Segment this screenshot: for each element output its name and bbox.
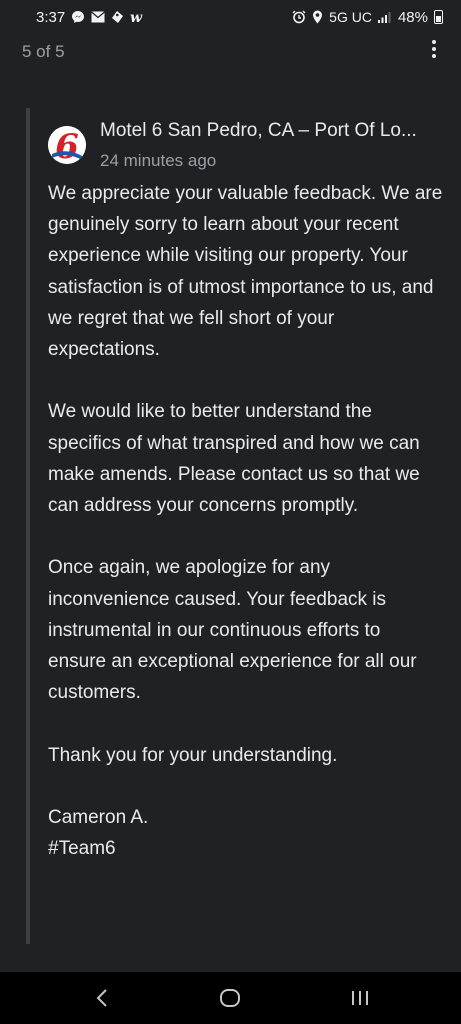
svg-text:w: w	[130, 11, 143, 24]
owner-reply: 6 Motel 6 San Pedro, CA – Port Of Lo... …	[26, 108, 450, 944]
battery-percent: 48%	[397, 8, 428, 26]
signature: Cameron A.	[48, 807, 149, 828]
owner-name[interactable]: Motel 6 San Pedro, CA – Port Of Lo...	[100, 120, 450, 142]
walmart-w-icon: w	[130, 11, 143, 24]
mail-icon	[91, 11, 106, 23]
signal-icon	[377, 12, 391, 23]
app-header: 5 of 5	[0, 34, 461, 66]
messenger-icon	[72, 11, 85, 23]
hashtag: #Team6	[48, 838, 116, 860]
location-icon	[313, 10, 323, 24]
navigation-bar	[0, 972, 461, 1024]
more-options-icon[interactable]	[426, 38, 442, 60]
reply-paragraph: Thank you for your understanding.	[48, 744, 338, 766]
network-type: 5G UC	[329, 9, 372, 25]
motel6-logo: 6	[48, 126, 86, 164]
reply-body: We appreciate your valuable feedback. We…	[48, 178, 443, 864]
tag-icon	[112, 11, 124, 23]
reply-paragraph: We would like to better understand the s…	[48, 401, 420, 517]
back-icon[interactable]	[72, 972, 132, 1024]
owner-row: 6 Motel 6 San Pedro, CA – Port Of Lo... …	[48, 114, 448, 174]
battery-icon	[434, 10, 443, 24]
status-left: 3:37 w	[36, 9, 146, 26]
reply-time: 24 minutes ago	[100, 151, 217, 170]
logo-six: 6	[55, 127, 79, 164]
reply-paragraph: Once again, we apologize for any inconve…	[48, 557, 417, 704]
recents-icon[interactable]	[330, 972, 390, 1024]
review-counter: 5 of 5	[22, 42, 65, 61]
home-icon[interactable]	[200, 972, 260, 1024]
reply-paragraph: We appreciate your valuable feedback. We…	[48, 183, 443, 361]
status-bar: 3:37 w 5G UC 48%	[0, 0, 461, 34]
clock: 3:37	[36, 8, 66, 26]
status-right: 5G UC 48%	[292, 9, 443, 26]
alarm-icon	[292, 10, 306, 24]
